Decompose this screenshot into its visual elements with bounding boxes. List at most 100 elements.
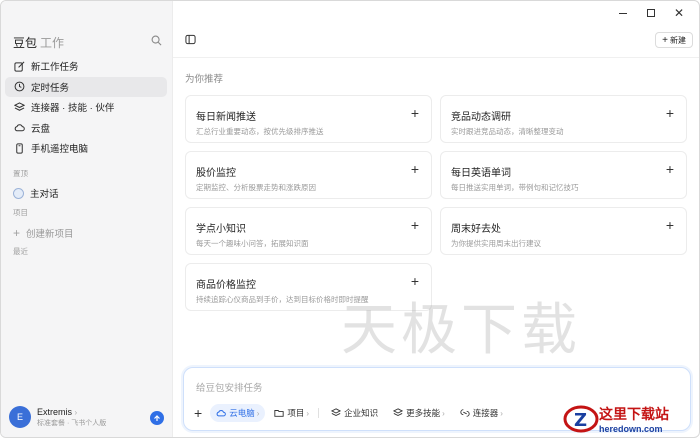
sidebar-item-cloud-drive[interactable]: 云盘	[5, 118, 167, 138]
card-desc: 实时跟进竞品动态，清晰整理变动	[451, 127, 564, 136]
tool-label: 云电脑	[229, 408, 255, 418]
add-icon[interactable]: +	[411, 218, 419, 232]
tool-connectors[interactable]: 连接器 ›	[454, 404, 509, 422]
chevron-right-icon: ›	[256, 408, 260, 418]
maximize-icon	[647, 9, 655, 17]
chat-avatar-icon	[13, 187, 24, 199]
toolbar-divider	[318, 408, 320, 418]
user-name: Extremis ›	[37, 407, 106, 417]
create-project-label: 创建新项目	[26, 229, 74, 240]
card-desc: 每日推送实用单词，带例句和记忆技巧	[451, 183, 579, 192]
sidebar: 豆包 工作 新工作任务 定时任务 连接器 · 技能 · 伙伴 云盘 手机遥控电脑…	[1, 1, 173, 437]
cloud-icon	[13, 122, 25, 134]
close-icon: ✕	[673, 6, 685, 20]
tool-label: 项目	[287, 408, 305, 418]
chevron-right-icon: ›	[442, 408, 445, 418]
window-controls: ✕	[609, 5, 693, 21]
section-title: 为你推荐	[185, 74, 224, 85]
add-icon[interactable]: +	[666, 106, 674, 120]
search-icon	[151, 35, 162, 46]
site-watermark-badge: Z 这里下载站 heredown.com	[563, 399, 699, 437]
chevron-right-icon: ›	[500, 408, 503, 418]
card-title: 每日英语单词	[451, 168, 511, 179]
sidebar-item-new-task[interactable]: 新工作任务	[5, 56, 167, 76]
plus-icon: +	[13, 226, 21, 240]
arrow-up-icon	[154, 415, 160, 421]
add-icon[interactable]: +	[666, 162, 674, 176]
brand: 豆包 工作	[13, 34, 64, 51]
sidebar-item-label: 定时任务	[31, 82, 70, 94]
composer-toolbar: + 云电脑 › 项目 › 企业知识 更多技能 › 连接器 ›	[194, 404, 512, 422]
card-title: 每日新闻推送	[196, 112, 256, 123]
sidebar-item-connectors[interactable]: 连接器 · 技能 · 伙伴	[5, 97, 167, 117]
tool-enterprise-knowledge[interactable]: 企业知识	[325, 404, 384, 422]
minimize-icon	[619, 12, 627, 14]
card-title: 学点小知识	[196, 224, 246, 235]
card-desc: 定期监控、分析股票走势和涨跌原因	[196, 183, 316, 192]
phone-icon	[13, 142, 25, 154]
site-name: 这里下载站	[599, 407, 669, 423]
site-text: 这里下载站 heredown.com	[599, 404, 669, 434]
sidebar-search-button[interactable]	[151, 35, 162, 49]
brand-name: 豆包	[13, 36, 38, 50]
recommend-card[interactable]: 周末好去处 为你提供实用周末出行建议 +	[440, 207, 687, 255]
add-icon[interactable]: +	[411, 274, 419, 288]
add-icon[interactable]: +	[411, 106, 419, 120]
composer-input[interactable]: 给豆包安排任务	[196, 380, 263, 394]
tool-cloud-computer[interactable]: 云电脑 ›	[210, 404, 266, 422]
sidebar-item-label: 手机遥控电脑	[31, 144, 89, 155]
chevron-right-icon: ›	[306, 408, 310, 418]
pinned-main-chat[interactable]: 主对话	[13, 186, 59, 200]
recommend-card[interactable]: 每日新闻推送 汇总行业重要动态，按优先级排序推送 +	[185, 95, 432, 143]
close-button[interactable]: ✕	[665, 5, 693, 21]
sidebar-nav: 新工作任务 定时任务 连接器 · 技能 · 伙伴 云盘 手机遥控电脑	[5, 56, 167, 159]
user-name-text: Extremis	[37, 406, 73, 417]
minimize-button[interactable]	[609, 5, 637, 21]
add-icon[interactable]: +	[411, 162, 419, 176]
skills-icon	[393, 408, 404, 417]
cloud-icon	[216, 410, 227, 417]
card-title: 周末好去处	[451, 224, 501, 235]
sidebar-toggle-icon	[185, 34, 196, 45]
tool-more-skills[interactable]: 更多技能 ›	[387, 404, 451, 422]
recommend-card[interactable]: 商品价格监控 持续追踪心仪商品到手价，达到目标价格时即时提醒 +	[185, 263, 432, 311]
recommend-card[interactable]: 每日英语单词 每日推送实用单词，带例句和记忆技巧 +	[440, 151, 687, 199]
recommend-card[interactable]: 竞品动态调研 实时跟进竞品动态，清晰整理变动 +	[440, 95, 687, 143]
card-title: 竞品动态调研	[451, 112, 511, 123]
recommend-card[interactable]: 股价监控 定期监控、分析股票走势和涨跌原因 +	[185, 151, 432, 199]
new-button[interactable]: + 新建	[655, 32, 693, 48]
clock-icon	[13, 81, 25, 93]
sidebar-item-scheduled-tasks[interactable]: 定时任务	[5, 76, 167, 97]
header-divider	[173, 57, 699, 58]
svg-text:Z: Z	[574, 410, 587, 431]
upgrade-button[interactable]	[150, 411, 164, 425]
brand-sub: 工作	[40, 36, 65, 50]
sidebar-toggle-button[interactable]	[185, 34, 196, 48]
sidebar-item-label: 云盘	[31, 123, 51, 135]
new-button-label: 新建	[670, 35, 686, 45]
layers-icon	[331, 408, 342, 417]
section-projects-label: 项目	[13, 208, 28, 217]
sidebar-item-label: 新工作任务	[31, 62, 79, 73]
sidebar-item-phone-remote[interactable]: 手机遥控电脑	[5, 138, 167, 158]
tool-label: 企业知识	[344, 408, 379, 418]
user-plan: 标准套餐 · 飞书个人版	[37, 419, 107, 427]
site-url: heredown.com	[599, 424, 663, 434]
plus-icon: +	[662, 34, 668, 46]
recommend-card[interactable]: 学点小知识 每天一个趣味小问答，拓展知识面 +	[185, 207, 432, 255]
add-icon[interactable]: +	[666, 218, 674, 232]
add-attachment-button[interactable]: +	[194, 405, 202, 421]
edit-icon	[13, 60, 25, 72]
card-desc: 为你提供实用周末出行建议	[451, 239, 541, 248]
folder-icon	[274, 410, 284, 417]
maximize-button[interactable]	[637, 5, 665, 21]
pinned-item-label: 主对话	[30, 189, 59, 200]
create-project-button[interactable]: + 创建新项目	[13, 226, 74, 240]
tool-project[interactable]: 项目 ›	[268, 404, 315, 422]
sidebar-item-label: 连接器 · 技能 · 伙伴	[31, 103, 115, 114]
section-recent-label: 最近	[13, 247, 28, 256]
card-desc: 汇总行业重要动态，按优先级排序推送	[196, 127, 324, 136]
tool-label: 连接器	[472, 408, 499, 418]
avatar: E	[9, 406, 31, 428]
user-profile[interactable]: E Extremis › 标准套餐 · 飞书个人版	[9, 406, 106, 428]
